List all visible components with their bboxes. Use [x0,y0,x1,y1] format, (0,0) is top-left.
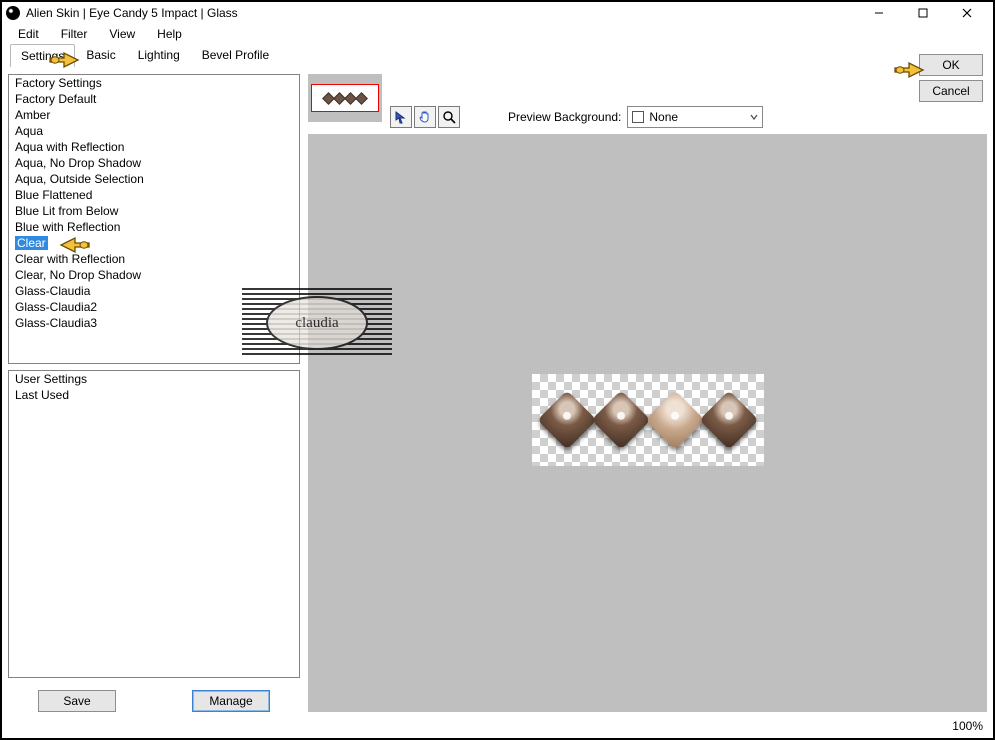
user-settings-list[interactable]: User Settings Last Used [8,370,300,678]
combo-value: None [649,110,678,124]
close-button[interactable] [945,3,989,23]
preview-object [699,390,758,449]
maximize-button[interactable] [901,3,945,23]
tab-lighting[interactable]: Lighting [127,43,191,66]
pointer-tool-icon[interactable] [390,106,412,128]
list-item[interactable]: Aqua, No Drop Shadow [9,155,299,171]
save-button[interactable]: Save [38,690,116,712]
list-item[interactable]: Aqua with Reflection [9,139,299,155]
zoom-tool-icon[interactable] [438,106,460,128]
list-item[interactable]: Aqua, Outside Selection [9,171,299,187]
preview-tools [390,106,460,128]
content-area: Factory Settings Factory Default Amber A… [8,74,987,712]
preview-object [645,390,704,449]
menu-edit[interactable]: Edit [8,25,49,43]
manage-button[interactable]: Manage [192,690,270,712]
minimize-button[interactable] [857,3,901,23]
preview-background-combo[interactable]: None [627,106,763,128]
list-item[interactable]: Glass-Claudia [9,283,299,299]
zoom-level: 100% [952,719,983,733]
cancel-button[interactable]: Cancel [919,80,983,102]
hand-tool-icon[interactable] [414,106,436,128]
ok-button[interactable]: OK [919,54,983,76]
list-item[interactable]: Aqua [9,123,299,139]
preset-thumbnail[interactable] [311,84,379,112]
preview-object [537,390,596,449]
list-item[interactable]: Clear with Reflection [9,251,299,267]
menu-view[interactable]: View [99,25,145,43]
list-item[interactable]: Amber [9,107,299,123]
preview-panel: Preview Background: None [308,74,987,712]
preview-background-label: Preview Background: [508,110,621,124]
factory-list-header: Factory Settings [9,75,299,91]
tab-bevel-profile[interactable]: Bevel Profile [191,43,280,66]
menu-filter[interactable]: Filter [51,25,98,43]
settings-panel: Factory Settings Factory Default Amber A… [8,74,300,712]
chevron-down-icon [750,110,758,124]
preview-image [532,374,764,466]
list-item[interactable]: Blue Lit from Below [9,203,299,219]
app-icon [6,6,20,20]
list-item[interactable]: Factory Default [9,91,299,107]
list-item[interactable]: Clear, No Drop Shadow [9,267,299,283]
tab-basic[interactable]: Basic [75,43,126,66]
list-item[interactable]: Blue with Reflection [9,219,299,235]
dialog-buttons: OK Cancel [919,54,983,102]
factory-settings-list[interactable]: Factory Settings Factory Default Amber A… [8,74,300,364]
preview-object [591,390,650,449]
list-item-selected[interactable]: Clear [9,235,299,251]
settings-buttons: Save Manage [8,684,300,712]
title-bar: Alien Skin | Eye Candy 5 Impact | Glass [2,2,993,24]
window-title: Alien Skin | Eye Candy 5 Impact | Glass [26,6,857,20]
list-item[interactable]: Last Used [9,387,299,403]
menu-help[interactable]: Help [147,25,192,43]
list-item[interactable]: Blue Flattened [9,187,299,203]
list-item[interactable]: Glass-Claudia3 [9,315,299,331]
tab-strip: Settings Basic Lighting Bevel Profile [2,44,993,66]
preset-thumbnail-strip [308,74,382,122]
combo-swatch [632,111,644,123]
list-item[interactable]: Glass-Claudia2 [9,299,299,315]
menu-bar: Edit Filter View Help [2,24,993,44]
status-bar: 100% [952,716,983,736]
preview-background-control: Preview Background: None [508,106,763,128]
tab-settings[interactable]: Settings [10,44,75,67]
list-item[interactable]: User Settings [9,371,299,387]
preview-canvas[interactable] [308,134,987,712]
